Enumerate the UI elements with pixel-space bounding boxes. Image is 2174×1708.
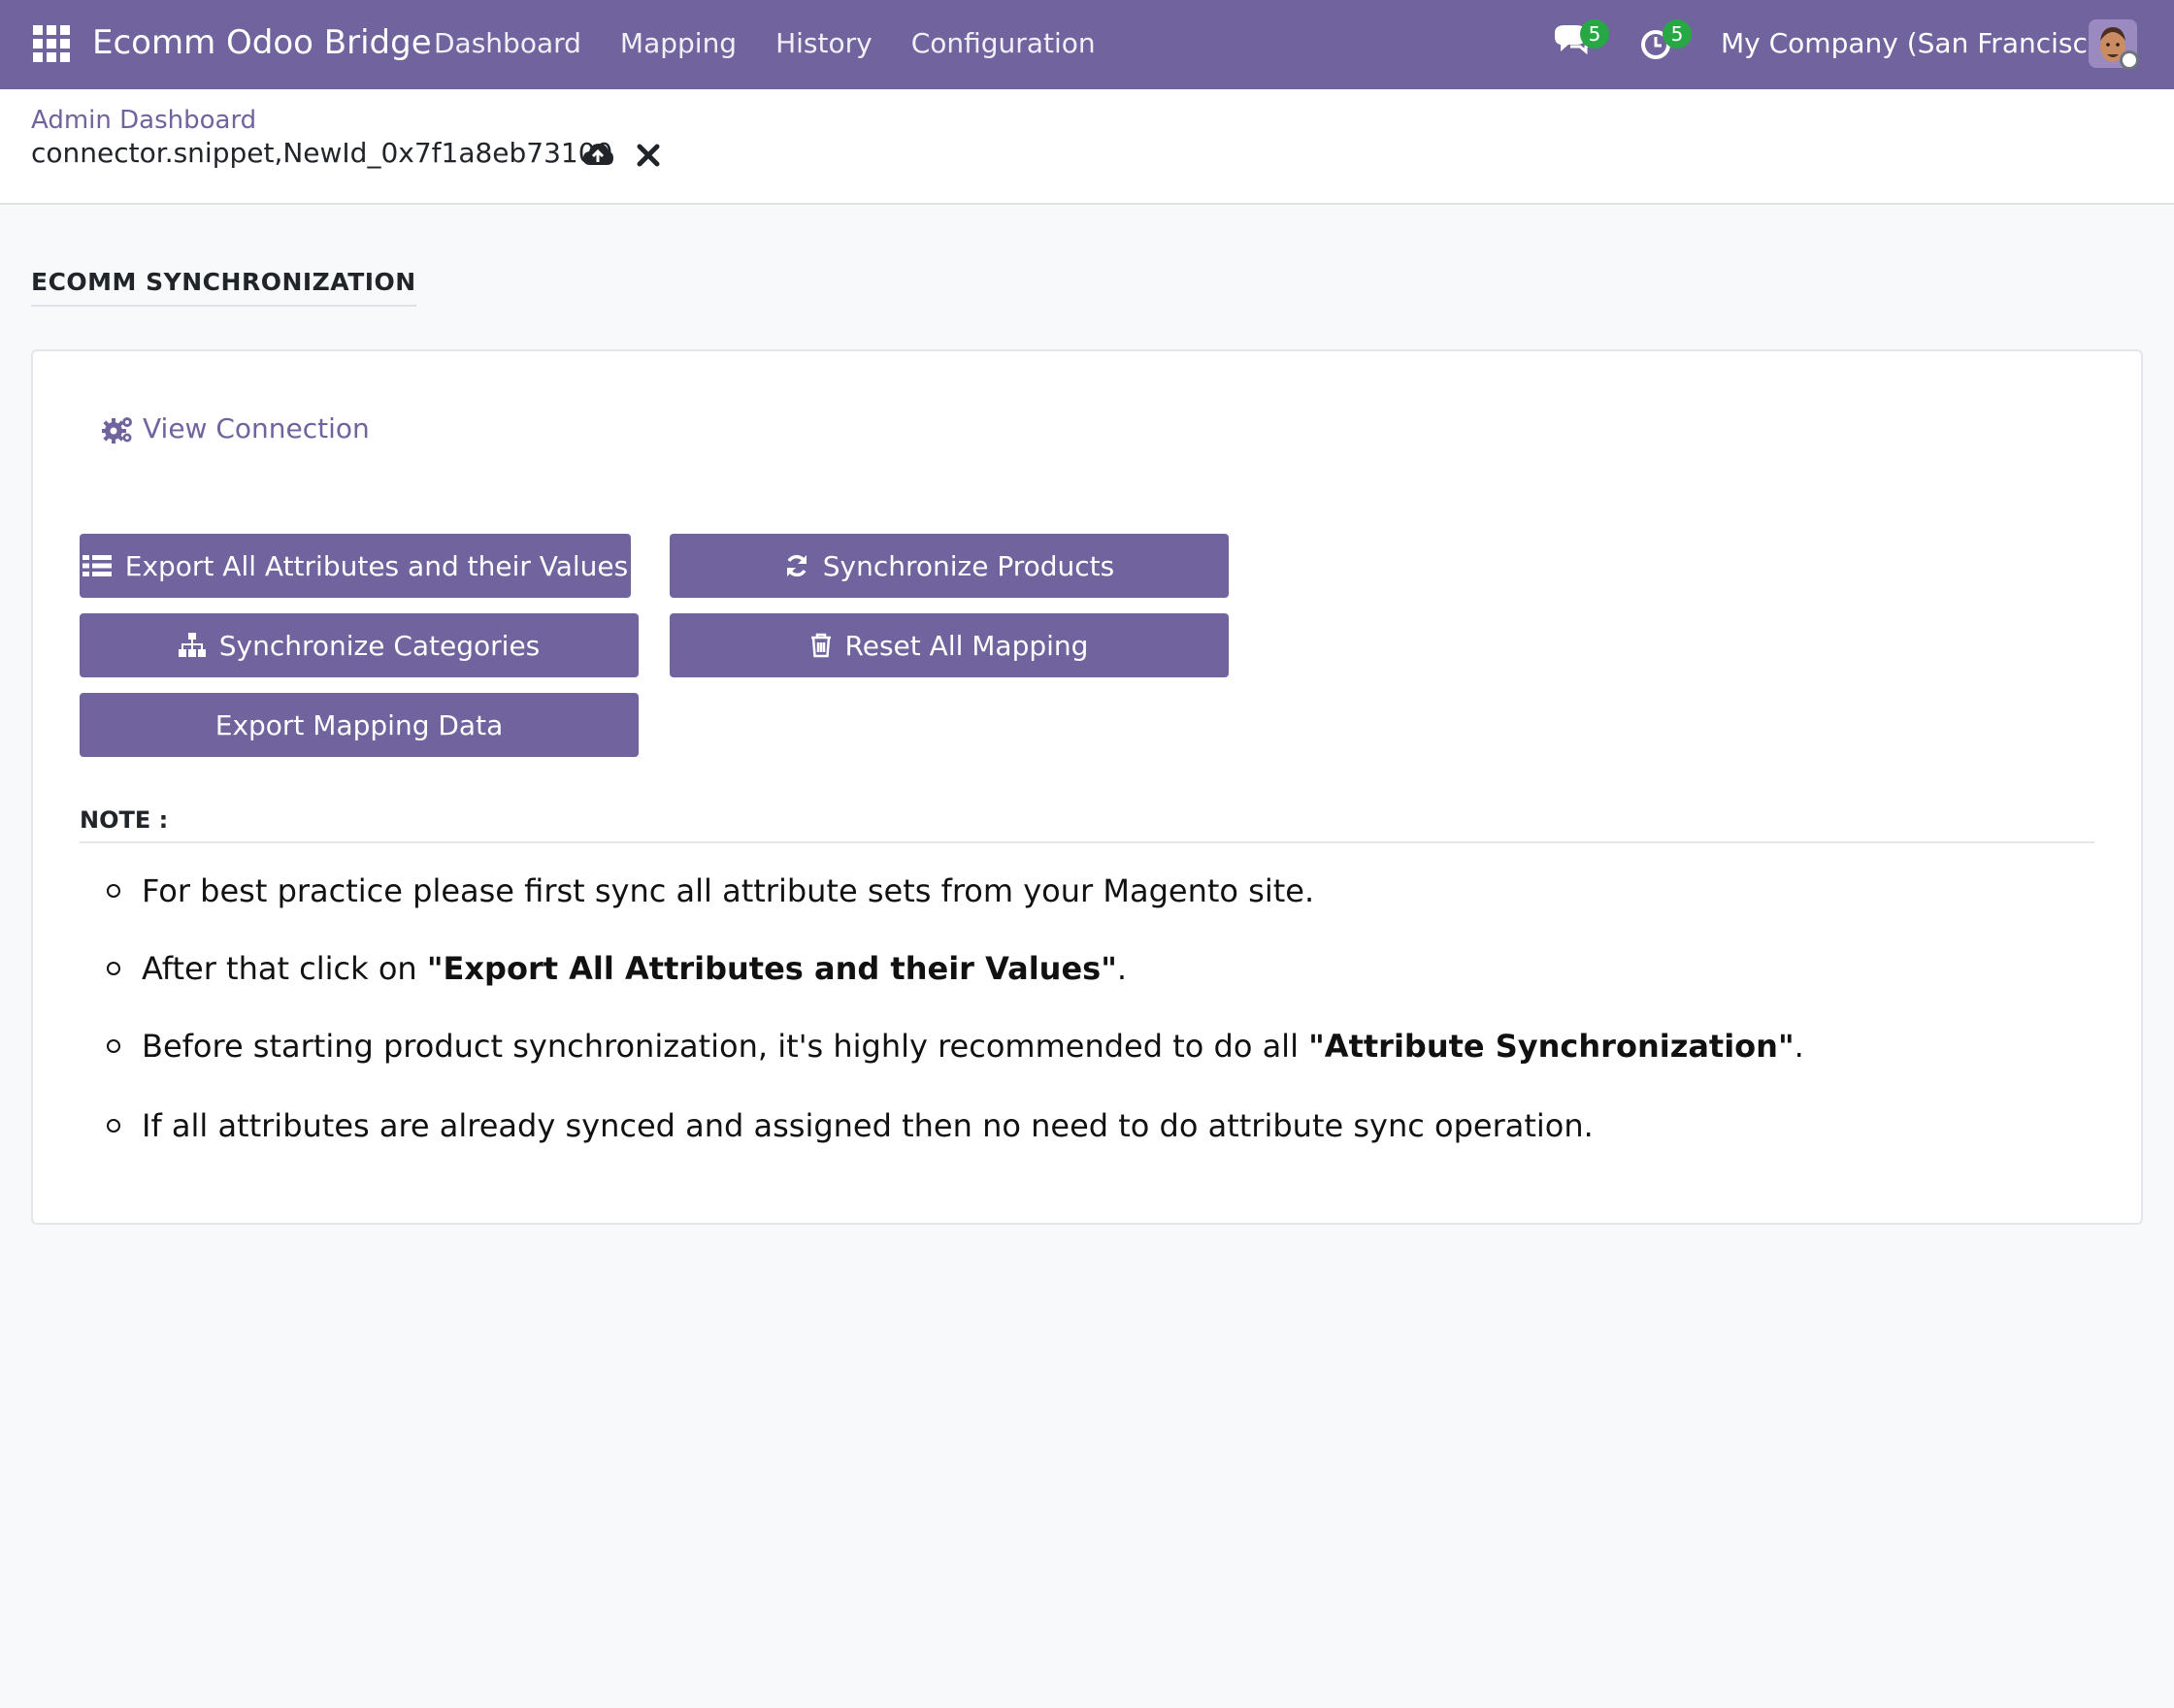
sync-categories-button[interactable]: Synchronize Categories [80,613,639,677]
view-connection-button[interactable]: View Connection [102,411,370,447]
reset-mapping-button[interactable]: Reset All Mapping [670,613,1229,677]
apps-grid-icon[interactable] [33,25,70,62]
bullet-icon [107,884,120,898]
section-title: ECOMM SYNCHRONIZATION [31,266,416,307]
refresh-icon [786,554,807,577]
note-item: For best practice please first sync all … [142,872,1315,909]
sync-products-label: Synchronize Products [822,549,1115,582]
menu-dashboard[interactable]: Dashboard [434,25,581,62]
note-title: NOTE : [80,806,169,834]
menu-configuration[interactable]: Configuration [911,25,1096,62]
export-attributes-button[interactable]: Export All Attributes and their Values [80,534,631,598]
menu-history[interactable]: History [775,25,873,62]
note-divider [80,841,2094,843]
company-switcher[interactable]: My Company (San Francisco) [1721,25,2115,62]
note-item: After that click on "Export All Attribut… [142,950,1128,987]
export-mapping-label: Export Mapping Data [214,708,504,741]
export-mapping-button[interactable]: Export Mapping Data [80,693,639,757]
user-status-indicator [2120,50,2139,70]
export-attributes-label: Export All Attributes and their Values [124,549,629,582]
breadcrumb[interactable]: Admin Dashboard [31,103,256,138]
cloud-upload-icon[interactable] [582,140,613,171]
gears-icon [102,417,132,443]
bullet-icon [107,962,120,975]
sync-products-button[interactable]: Synchronize Products [670,534,1229,598]
sitemap-icon [178,633,206,657]
close-icon[interactable] [633,140,664,171]
bullet-icon [107,1039,120,1053]
top-navbar: Ecomm Odoo Bridge Dashboard Mapping Hist… [0,0,2174,89]
activities-badge: 5 [1663,19,1692,49]
sync-categories-label: Synchronize Categories [218,629,541,662]
reset-mapping-label: Reset All Mapping [844,629,1089,662]
record-name: connector.snippet,NewId_0x7f1a8eb73100 [31,137,613,169]
menu-mapping[interactable]: Mapping [620,25,737,62]
note-item: Before starting product synchronization,… [142,1028,1804,1065]
messages-badge: 5 [1580,19,1609,49]
main-menu: Dashboard Mapping History Configuration [434,25,1135,62]
list-icon [82,555,112,576]
view-connection-label: View Connection [143,412,370,444]
trash-icon [810,633,831,658]
sync-panel [31,349,2143,1225]
control-panel: Admin Dashboard connector.snippet,NewId_… [0,89,2174,205]
note-item: If all attributes are already synced and… [142,1107,1594,1144]
bullet-icon [107,1119,120,1133]
app-name[interactable]: Ecomm Odoo Bridge [92,21,432,64]
